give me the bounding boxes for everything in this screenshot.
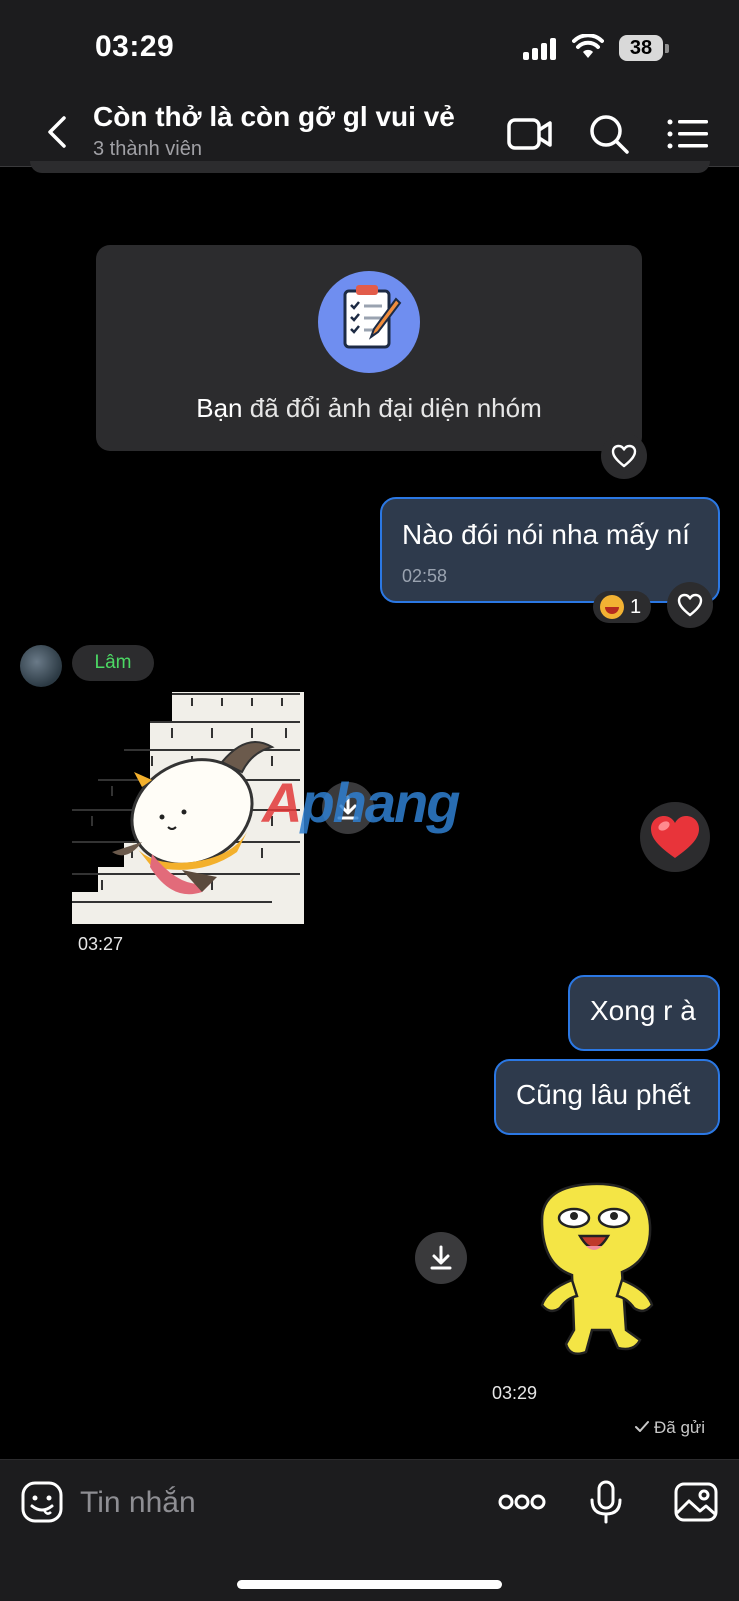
member-count[interactable]: 3 thành viên [93, 138, 202, 161]
download-icon[interactable] [415, 1232, 467, 1284]
more-options-icon[interactable] [498, 1478, 546, 1526]
sent-status-label: Đã gửi [654, 1418, 706, 1437]
outgoing-message-bubble[interactable]: Cũng lâu phết [494, 1059, 720, 1135]
system-message-actor: Bạn [196, 393, 243, 423]
microphone-icon[interactable] [582, 1478, 630, 1526]
signal-icon [523, 38, 559, 60]
reaction-count: 1 [630, 596, 642, 618]
message-text: Nào đói nói nha mấy ní [402, 519, 690, 550]
message-time: 02:58 [402, 566, 448, 586]
reaction-summary[interactable]: 1 [593, 591, 651, 623]
previous-message-edge [30, 161, 710, 173]
chat-title[interactable]: Còn thở là còn gỡ gl vui vẻ [93, 101, 455, 133]
watermark-logo: Aphang [262, 770, 460, 835]
outgoing-message-bubble[interactable]: Xong r à [568, 975, 720, 1051]
message-time: 03:27 [78, 934, 124, 954]
home-indicator [237, 1580, 502, 1589]
search-icon[interactable] [585, 110, 633, 158]
wifi-icon [572, 34, 604, 58]
laughing-emoji-icon [600, 595, 624, 619]
heart-react-button[interactable] [667, 582, 713, 628]
battery-tip [665, 44, 669, 53]
battery-icon: 38 [619, 35, 663, 61]
sender-name[interactable]: Lâm [72, 645, 154, 681]
sender-avatar[interactable] [20, 645, 62, 687]
system-message-text: Bạn đã đổi ảnh đại diện nhóm [96, 393, 642, 424]
heart-react-button[interactable] [601, 433, 647, 479]
watermark-rest: phang [300, 771, 460, 834]
image-icon[interactable] [672, 1478, 720, 1526]
heart-reaction[interactable] [640, 802, 710, 872]
emoji-icon[interactable] [20, 1480, 64, 1524]
message-text: Cũng lâu phết [516, 1079, 691, 1110]
outgoing-message-bubble[interactable]: Nào đói nói nha mấy ní 02:58 [380, 497, 720, 603]
clipboard-icon [318, 271, 420, 373]
watermark-first-letter: A [262, 771, 302, 834]
check-icon [635, 1421, 649, 1432]
sent-status: Đã gửi [634, 1418, 705, 1438]
status-time: 03:29 [95, 30, 175, 63]
message-input[interactable] [80, 1481, 460, 1525]
sticker-yellow-character[interactable] [522, 1180, 672, 1362]
back-icon[interactable] [38, 112, 78, 152]
message-text: Xong r à [590, 995, 696, 1026]
video-call-icon[interactable] [506, 110, 554, 158]
system-message-body: đã đổi ảnh đại diện nhóm [242, 393, 542, 423]
menu-icon[interactable] [664, 110, 712, 158]
message-time: 03:29 [492, 1383, 538, 1403]
